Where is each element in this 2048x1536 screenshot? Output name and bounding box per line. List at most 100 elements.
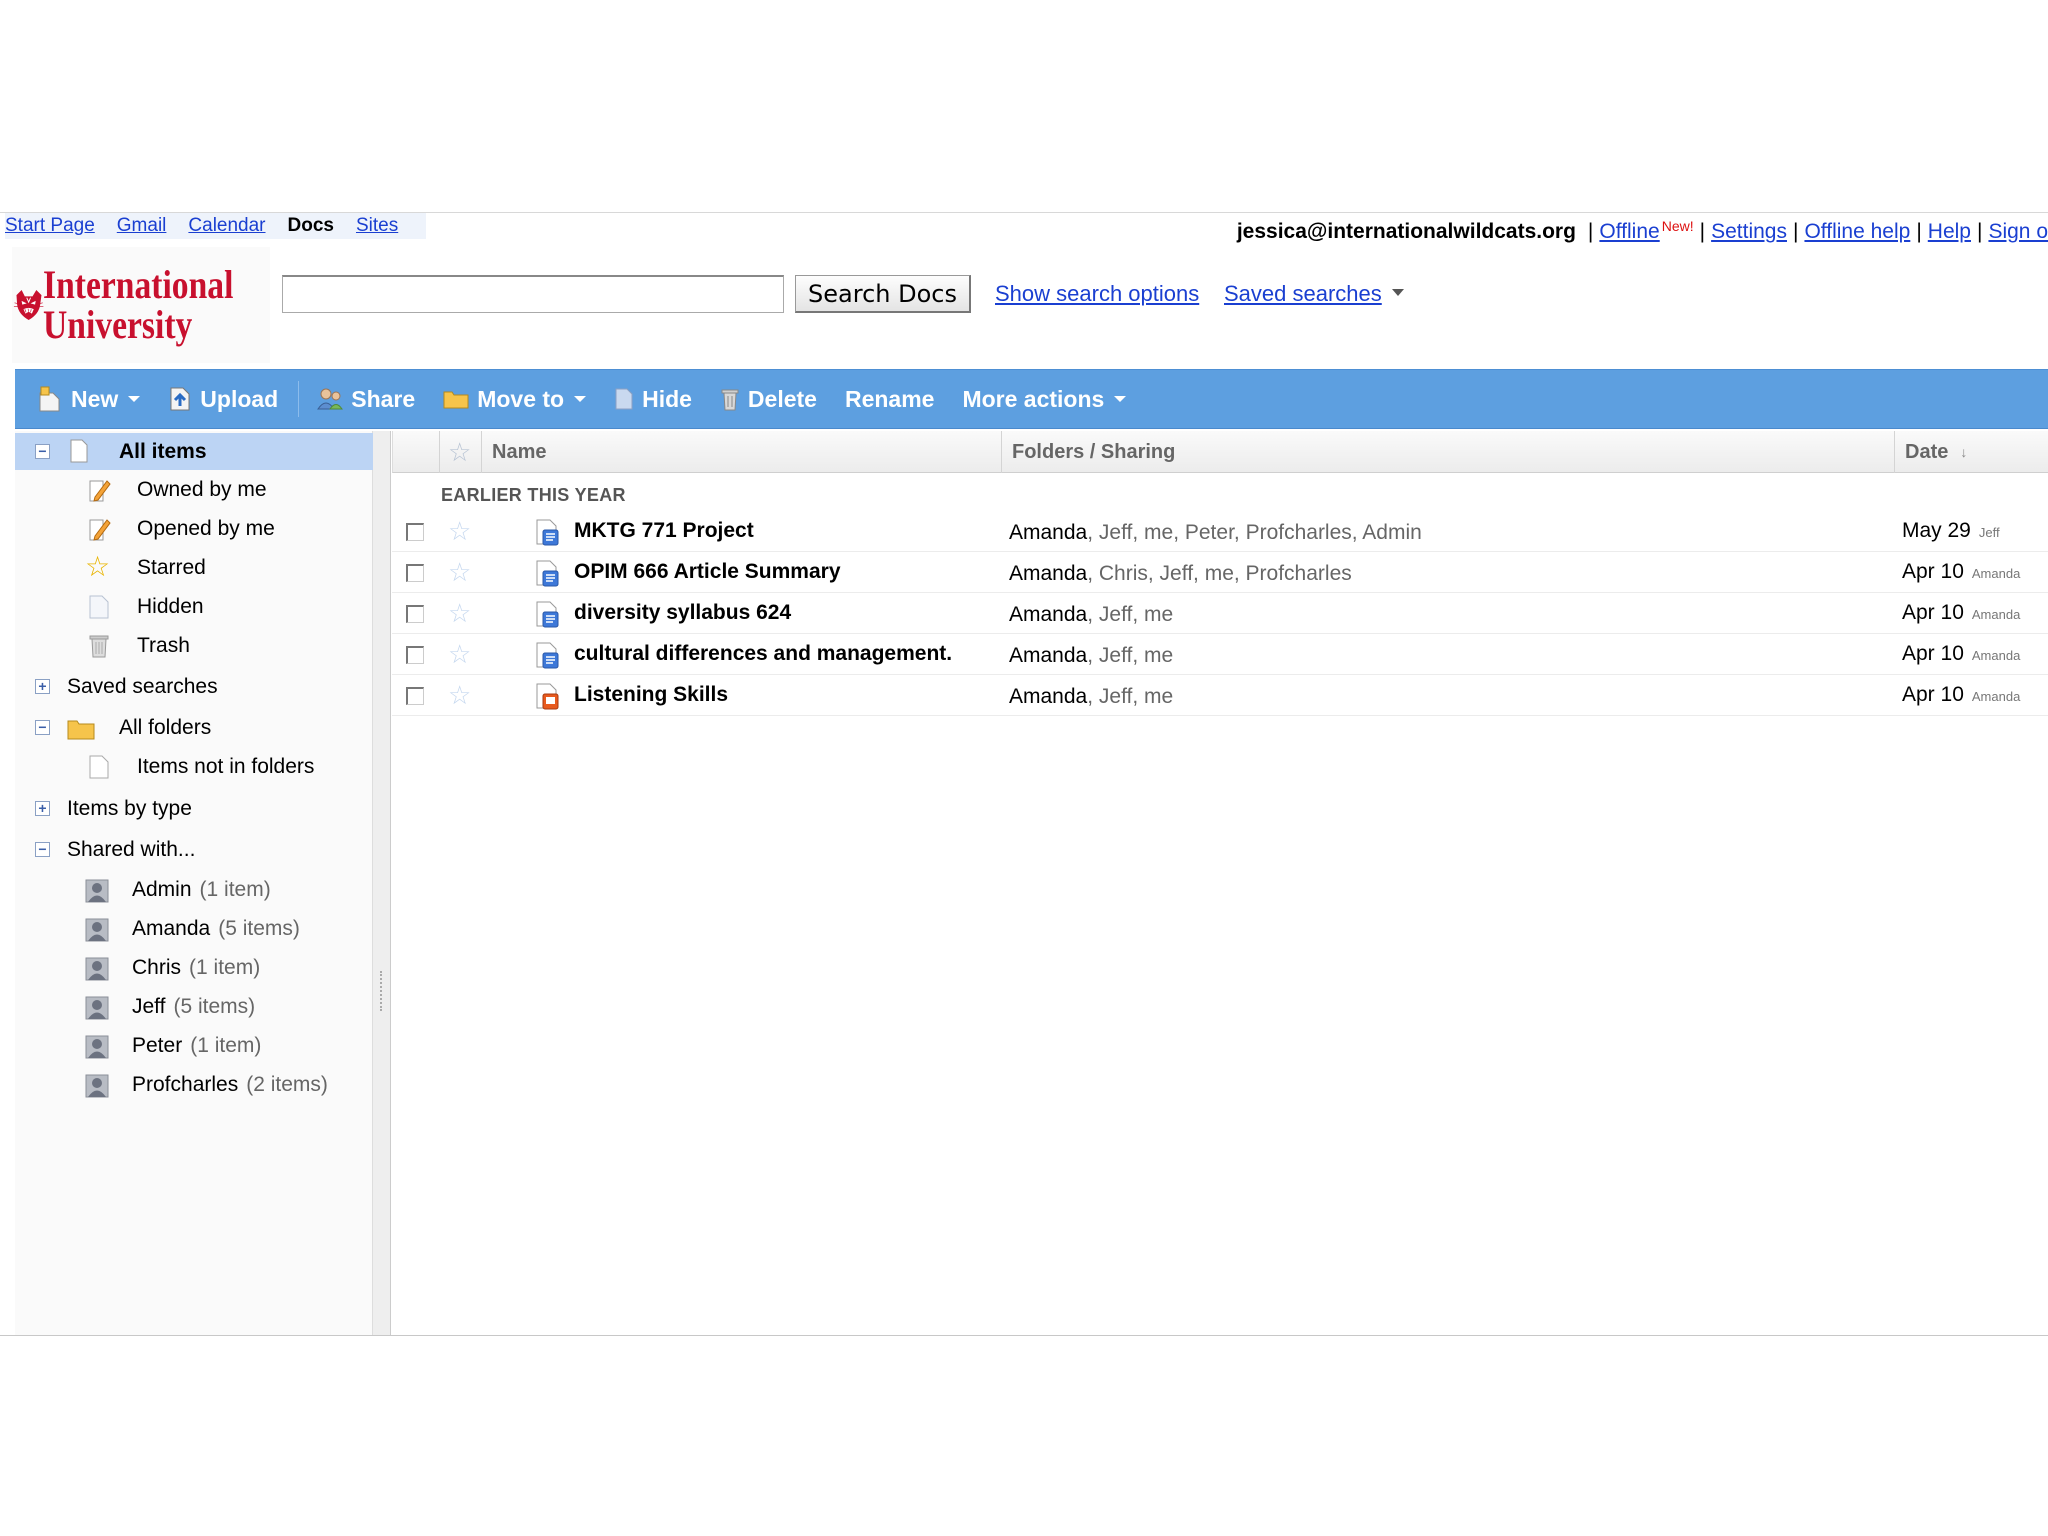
- person-name: Chris: [132, 956, 182, 979]
- sidebar-person-peter[interactable]: Peter (1 item): [15, 1027, 373, 1065]
- sidebar-item-label: Items not in folders: [137, 755, 315, 778]
- name-column-header[interactable]: Name: [481, 431, 1001, 473]
- help-link[interactable]: Help: [1928, 220, 1971, 244]
- sidebar-item-owned-by-me[interactable]: Owned by me: [15, 471, 373, 509]
- account-bar: jessica@internationalwildcats.org | Offl…: [1237, 218, 2048, 245]
- star-column-header[interactable]: ☆: [439, 431, 481, 473]
- move-to-button[interactable]: Move to: [443, 386, 587, 413]
- owner-name: Amanda: [1009, 562, 1088, 585]
- row-checkbox[interactable]: [406, 523, 424, 541]
- chevron-down-icon: [128, 396, 141, 402]
- document-name[interactable]: MKTG 771 Project: [574, 519, 754, 543]
- collapse-icon[interactable]: −: [35, 444, 50, 459]
- sharing-info: Amanda, Jeff, me, Peter, Profcharles, Ad…: [1009, 521, 1422, 545]
- new-badge: New!: [1661, 218, 1694, 234]
- sidebar-item-items-not-in-folders[interactable]: Items not in folders: [15, 748, 373, 786]
- document-icon: [536, 519, 559, 546]
- sidebar-item-all-folders[interactable]: − All folders: [15, 709, 373, 747]
- pencil-document-icon: [89, 519, 111, 541]
- document-stack-icon: [70, 439, 88, 463]
- document-name[interactable]: cultural differences and management.: [574, 642, 952, 666]
- collapse-icon[interactable]: −: [35, 720, 50, 735]
- nav-start-page[interactable]: Start Page: [5, 215, 95, 237]
- row-checkbox[interactable]: [406, 646, 424, 664]
- sidebar-item-shared-with[interactable]: − Shared with...: [15, 831, 373, 869]
- sidebar-item-items-by-type[interactable]: + Items by type: [15, 790, 373, 828]
- show-search-options-link[interactable]: Show search options: [995, 281, 1199, 307]
- table-row[interactable]: ☆ OPIM 666 Article Summary Amanda, Chris…: [392, 552, 2048, 593]
- star-icon[interactable]: ☆: [448, 559, 471, 585]
- person-name: Jeff: [132, 995, 166, 1018]
- star-icon[interactable]: ☆: [448, 600, 471, 626]
- owner-name: Amanda: [1009, 685, 1088, 708]
- document-name[interactable]: diversity syllabus 624: [574, 601, 791, 625]
- person-icon: [85, 957, 109, 981]
- collapse-icon[interactable]: −: [35, 842, 50, 857]
- pane-splitter[interactable]: [373, 431, 391, 1335]
- settings-link[interactable]: Settings: [1711, 220, 1787, 244]
- search-docs-button[interactable]: Search Docs: [795, 275, 971, 313]
- row-checkbox[interactable]: [406, 605, 424, 623]
- more-actions-button[interactable]: More actions: [962, 386, 1127, 413]
- sidebar-item-trash[interactable]: Trash: [15, 627, 373, 665]
- saved-searches-caret-icon[interactable]: [1392, 289, 1404, 296]
- search-input[interactable]: [282, 275, 784, 313]
- document-name[interactable]: Listening Skills: [574, 683, 728, 707]
- pencil-document-icon: [89, 480, 111, 502]
- row-checkbox[interactable]: [406, 564, 424, 582]
- star-icon[interactable]: ☆: [448, 518, 471, 544]
- delete-button[interactable]: Delete: [720, 386, 817, 413]
- upload-button[interactable]: Upload: [168, 386, 278, 413]
- sidebar-person-profcharles[interactable]: Profcharles (2 items): [15, 1066, 373, 1104]
- sidebar-person-amanda[interactable]: Amanda (5 items): [15, 910, 373, 948]
- shared-with-names: , Jeff, me, Peter, Profcharles, Admin: [1087, 521, 1422, 544]
- person-item-count: (1 item): [199, 878, 271, 901]
- share-button[interactable]: Share: [317, 386, 415, 413]
- expand-icon[interactable]: +: [35, 679, 50, 694]
- nav-calendar[interactable]: Calendar: [188, 215, 265, 237]
- nav-gmail[interactable]: Gmail: [117, 215, 167, 237]
- person-item-count: (5 items): [218, 917, 300, 940]
- document-list: ☆ Name Folders / Sharing Date ↓ EARLIER …: [392, 431, 2048, 1335]
- star-icon[interactable]: ☆: [448, 641, 471, 667]
- sidebar-person-admin[interactable]: Admin (1 item): [15, 871, 373, 909]
- chevron-down-icon: [1114, 396, 1127, 402]
- modified-by: Amanda: [1971, 566, 2021, 581]
- saved-searches-link[interactable]: Saved searches: [1224, 281, 1382, 307]
- new-button[interactable]: New: [37, 385, 141, 413]
- sidebar-item-label: Trash: [137, 634, 190, 657]
- shared-with-names: , Jeff, me: [1087, 685, 1174, 708]
- sidebar-item-label: Shared with...: [67, 838, 196, 861]
- docs-app: Start Page Gmail Calendar Docs Sites jes…: [0, 212, 2048, 1336]
- table-row[interactable]: ☆ Listening Skills Amanda, Jeff, me Apr …: [392, 675, 2048, 716]
- table-row[interactable]: ☆ cultural differences and management. A…: [392, 634, 2048, 675]
- hide-label: Hide: [642, 385, 692, 412]
- sidebar-item-hidden[interactable]: Hidden: [15, 588, 373, 626]
- document-name[interactable]: OPIM 666 Article Summary: [574, 560, 841, 584]
- offline-link[interactable]: Offline: [1599, 220, 1659, 244]
- separator: |: [1976, 220, 1983, 243]
- logo-line-international: International: [43, 262, 234, 307]
- star-icon[interactable]: ☆: [448, 682, 471, 708]
- sidebar-item-all-items[interactable]: − All items: [15, 433, 373, 470]
- date-column-header[interactable]: Date ↓: [1894, 431, 2048, 473]
- rename-button[interactable]: Rename: [845, 386, 934, 413]
- expand-icon[interactable]: +: [35, 801, 50, 816]
- sidebar-item-opened-by-me[interactable]: Opened by me: [15, 510, 373, 548]
- row-checkbox[interactable]: [406, 687, 424, 705]
- sidebar-item-saved-searches[interactable]: + Saved searches: [15, 668, 373, 706]
- splitter-grip-icon[interactable]: [380, 971, 383, 1011]
- sidebar-item-starred[interactable]: ☆ Starred: [15, 549, 373, 587]
- table-row[interactable]: ☆ MKTG 771 Project Amanda, Jeff, me, Pet…: [392, 511, 2048, 552]
- sidebar-person-chris[interactable]: Chris (1 item): [15, 949, 373, 987]
- sign-out-link[interactable]: Sign o: [1988, 220, 2048, 244]
- hide-button[interactable]: Hide: [614, 386, 692, 413]
- sharing-info: Amanda, Chris, Jeff, me, Profcharles: [1009, 562, 1352, 586]
- table-row[interactable]: ☆ diversity syllabus 624 Amanda, Jeff, m…: [392, 593, 2048, 634]
- wildcat-icon: [13, 289, 44, 321]
- sharing-column-header[interactable]: Folders / Sharing: [1001, 431, 1894, 473]
- university-logo[interactable]: International University: [12, 247, 270, 363]
- offline-help-link[interactable]: Offline help: [1804, 220, 1910, 244]
- sidebar-person-jeff[interactable]: Jeff (5 items): [15, 988, 373, 1026]
- nav-sites[interactable]: Sites: [356, 215, 398, 237]
